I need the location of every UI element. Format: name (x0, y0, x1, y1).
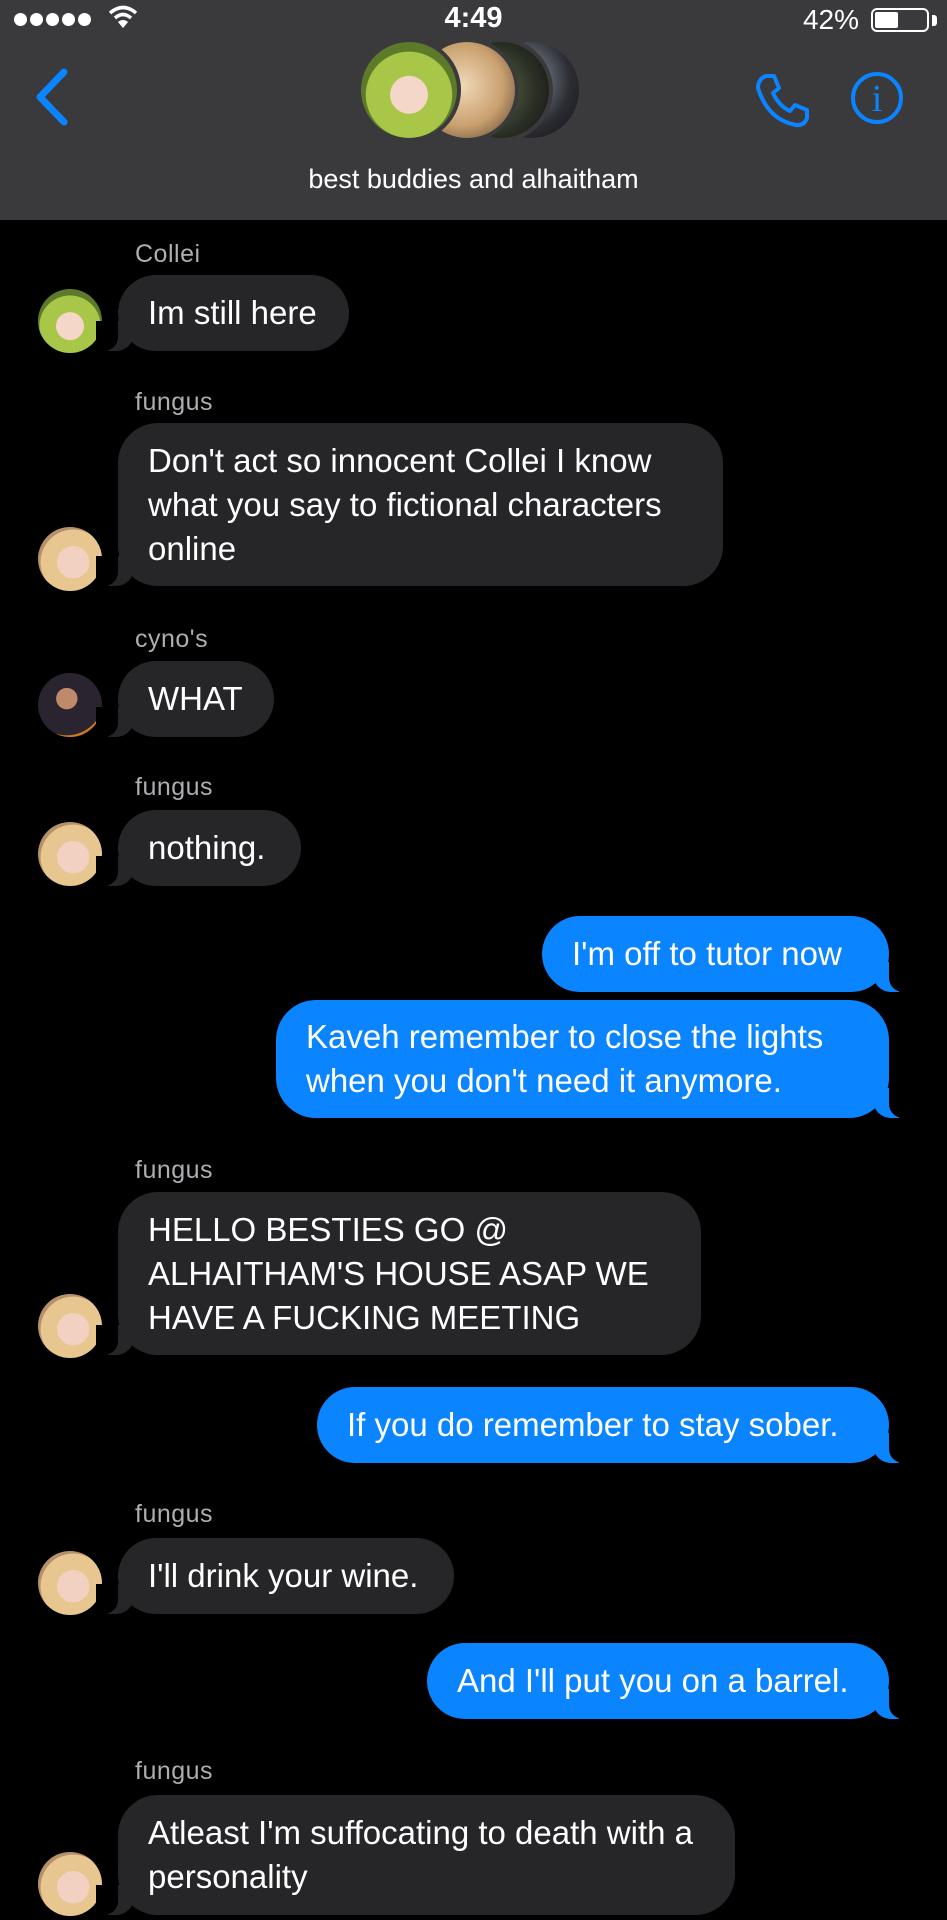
group-name[interactable]: best buddies and alhaitham (0, 164, 947, 195)
avatar-collei[interactable] (38, 289, 102, 353)
message-text: If you do remember to stay sober. (347, 1406, 839, 1443)
message-bubble-outgoing[interactable]: Kaveh remember to close the lights when … (276, 1000, 911, 1118)
message-bubble-incoming[interactable]: HELLO BESTIES GO @ ALHAITHAM'S HOUSE ASA… (96, 1192, 701, 1355)
phone-icon[interactable] (752, 70, 812, 130)
message-bubble-incoming[interactable]: Don't act so innocent Collei I know what… (96, 423, 723, 586)
message-bubble-incoming[interactable]: Atleast I'm suffocating to death with a … (96, 1795, 735, 1915)
message-text: And I'll put you on a barrel. (457, 1662, 849, 1699)
battery-icon (871, 8, 929, 32)
sender-name: fungus (135, 388, 214, 416)
message-text: I'll drink your wine. (148, 1557, 419, 1594)
info-icon[interactable]: i (851, 72, 903, 124)
message-bubble-incoming[interactable]: Im still here (96, 275, 349, 351)
message-bubble-outgoing[interactable]: If you do remember to stay sober. (317, 1387, 911, 1463)
message-text: I'm off to tutor now (572, 935, 842, 972)
message-text: Don't act so innocent Collei I know what… (148, 441, 662, 567)
avatar-collei (357, 38, 461, 142)
conversation-header: 4:49 42% i best buddies and alhaitham (0, 0, 947, 220)
sender-name: cyno's (135, 625, 209, 653)
message-bubble-outgoing[interactable]: I'm off to tutor now (542, 916, 911, 992)
sender-name: fungus (135, 1757, 214, 1785)
message-text: HELLO BESTIES GO @ ALHAITHAM'S HOUSE ASA… (148, 1210, 649, 1336)
battery-percentage: 42% (802, 4, 859, 35)
message-bubble-incoming[interactable]: I'll drink your wine. (96, 1538, 454, 1614)
message-bubble-outgoing[interactable]: And I'll put you on a barrel. (427, 1643, 911, 1719)
message-bubble-incoming[interactable]: WHAT (96, 661, 274, 737)
avatar-fungus[interactable] (38, 527, 102, 591)
sender-name: Collei (135, 240, 201, 268)
sender-name: fungus (135, 1156, 214, 1184)
status-bar: 4:49 42% (0, 0, 947, 38)
message-text: WHAT (148, 680, 243, 717)
message-text: Kaveh remember to close the lights when … (306, 1018, 824, 1099)
sender-name: fungus (135, 773, 214, 801)
avatar-fungus[interactable] (38, 1551, 102, 1615)
message-bubble-incoming[interactable]: nothing. (96, 810, 301, 886)
sender-name: fungus (135, 1500, 214, 1528)
message-text: Atleast I'm suffocating to death with a … (148, 1814, 693, 1895)
message-text: nothing. (148, 829, 266, 866)
avatar-fungus[interactable] (38, 1294, 102, 1358)
avatar-fungus[interactable] (38, 1852, 102, 1916)
group-avatars[interactable] (357, 38, 587, 150)
back-chevron-icon[interactable] (32, 66, 72, 128)
avatar-cyno[interactable] (38, 673, 102, 737)
avatar-fungus[interactable] (38, 822, 102, 886)
message-text: Im still here (148, 294, 317, 331)
